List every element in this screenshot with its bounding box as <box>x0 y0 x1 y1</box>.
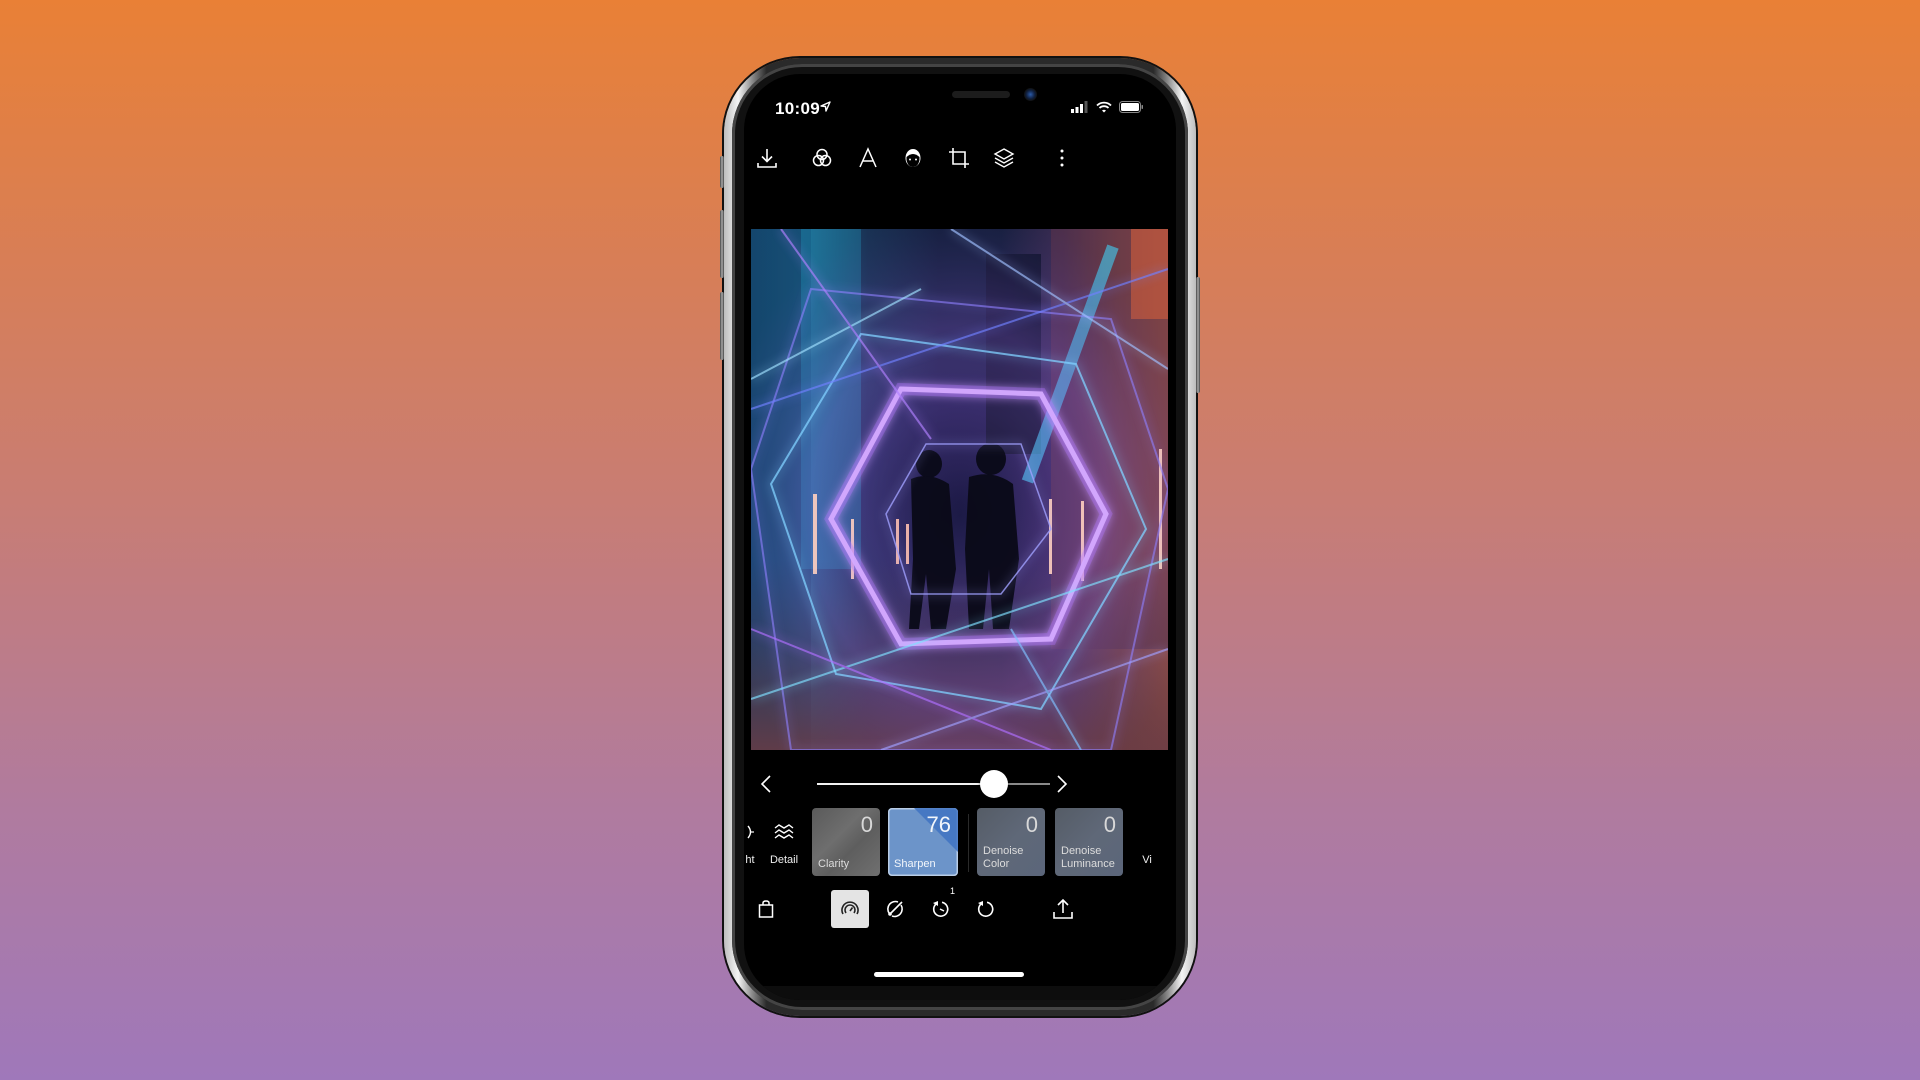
location-arrow-icon <box>820 101 831 112</box>
crop-icon <box>949 148 969 168</box>
card-value: 76 <box>926 812 951 837</box>
history-button[interactable]: 1 <box>921 886 959 928</box>
text-button[interactable] <box>850 136 886 180</box>
status-icons <box>1071 101 1144 113</box>
tool-vignette-partial[interactable]: Vi <box>1132 808 1162 878</box>
tool-card-denoise-luminance[interactable]: 0 Denoise Luminance <box>1055 808 1123 876</box>
volume-up-button <box>720 210 724 278</box>
top-toolbar <box>744 136 1176 180</box>
light-icon <box>747 825 754 839</box>
silent-switch <box>720 156 724 188</box>
card-value: 0 <box>1025 812 1038 837</box>
tool-card-clarity[interactable]: 0 Clarity <box>812 808 880 876</box>
card-value: 0 <box>1103 812 1116 837</box>
phone-frame: 10:09 ht Detail 0 Clarity 76 Sharpen 0 D… <box>720 58 1200 1016</box>
card-label-line1: Denoise <box>983 845 1024 857</box>
bottom-safe-area <box>744 986 1176 1000</box>
home-indicator[interactable] <box>874 972 1024 977</box>
photo-canvas[interactable] <box>751 229 1168 750</box>
card-value: 0 <box>860 812 873 837</box>
card-label: Denoise Luminance <box>1061 845 1115 871</box>
undo-button[interactable] <box>966 890 1004 928</box>
battery-icon <box>1119 101 1143 113</box>
tool-group-divider <box>968 814 969 872</box>
more-button[interactable] <box>1044 136 1080 180</box>
overlapping-circles-icon <box>812 148 832 167</box>
face-button[interactable] <box>895 136 931 180</box>
shop-button[interactable] <box>747 890 785 928</box>
brush-button[interactable] <box>876 890 914 928</box>
history-count-badge: 1 <box>949 886 955 896</box>
card-label: Denoise Color <box>983 845 1023 871</box>
previous-tool-button[interactable] <box>752 770 780 798</box>
photo-image <box>751 229 1168 750</box>
slider-thumb[interactable] <box>980 770 1009 798</box>
more-vertical-icon <box>1060 149 1064 167</box>
card-label-line2: Color <box>983 858 1010 870</box>
gauge-icon <box>841 901 859 915</box>
adjust-button[interactable] <box>831 890 869 928</box>
tool-light-partial[interactable]: ht <box>744 808 760 878</box>
tool-card-denoise-color[interactable]: 0 Denoise Color <box>977 808 1045 876</box>
face-icon <box>905 149 921 167</box>
speaker <box>952 91 1010 98</box>
history-icon <box>932 901 949 917</box>
share-button[interactable] <box>1044 890 1082 928</box>
card-label-line2: Luminance <box>1061 858 1115 870</box>
crop-button[interactable] <box>941 136 977 180</box>
filters-button[interactable] <box>804 136 840 180</box>
layers-icon <box>993 148 1015 168</box>
tool-label: ht <box>745 854 755 866</box>
brush-icon <box>887 900 903 918</box>
chevron-right-icon <box>1057 775 1068 793</box>
slider-fill <box>817 783 995 785</box>
card-label: Clarity <box>818 858 850 870</box>
layers-button[interactable] <box>986 136 1022 180</box>
adjustment-slider-row <box>744 762 1176 806</box>
signal-icon <box>1071 101 1088 113</box>
card-label-line1: Denoise <box>1061 845 1102 857</box>
detail-tools-row: ht Detail 0 Clarity 76 Sharpen 0 Denoise… <box>744 808 1176 878</box>
detail-waves-icon <box>774 824 794 839</box>
wifi-icon <box>1096 101 1112 113</box>
volume-down-button <box>720 292 724 360</box>
next-tool-button[interactable] <box>1048 770 1076 798</box>
front-camera <box>1024 88 1037 101</box>
status-time: 10:09 <box>775 99 820 118</box>
chevron-left-icon <box>760 775 771 793</box>
undo-icon <box>977 901 994 917</box>
screen: 10:09 ht Detail 0 Clarity 76 Sharpen 0 D… <box>744 74 1176 1000</box>
shopping-bag-icon <box>758 900 774 918</box>
card-label: Sharpen <box>894 858 936 870</box>
share-icon <box>1053 898 1073 919</box>
tool-detail[interactable]: Detail <box>766 808 802 878</box>
tool-label: Detail <box>769 854 799 866</box>
text-a-icon <box>859 147 877 168</box>
download-button[interactable] <box>749 136 785 180</box>
download-icon <box>757 149 777 168</box>
bottom-toolbar: 1 <box>744 886 1176 932</box>
tool-card-sharpen[interactable]: 76 Sharpen <box>888 808 958 876</box>
tool-label: Vi <box>1142 854 1152 866</box>
power-button <box>1196 277 1200 393</box>
